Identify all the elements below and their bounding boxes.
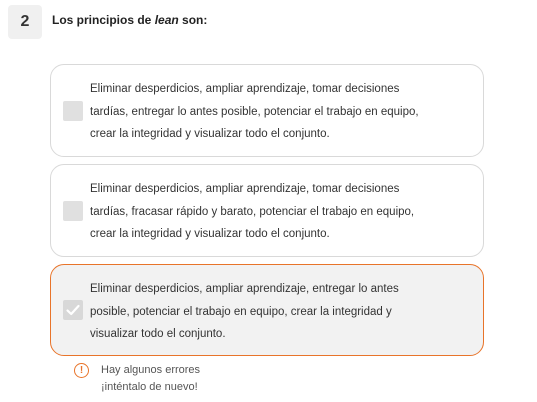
question-header: 2 Los principios de lean son: xyxy=(8,5,207,39)
option-1-checkbox[interactable] xyxy=(63,100,83,121)
question-text-after: son: xyxy=(178,13,208,27)
option-1-label: Eliminar desperdicios, ampliar aprendiza… xyxy=(90,83,419,140)
option-2-label: Eliminar desperdicios, ampliar aprendiza… xyxy=(90,183,415,240)
question-number: 2 xyxy=(8,5,42,39)
option-2-checkbox[interactable] xyxy=(63,200,83,221)
answer-option-1[interactable]: Eliminar desperdicios, ampliar aprendiza… xyxy=(50,64,484,157)
answer-option-3[interactable]: Eliminar desperdicios, ampliar aprendiza… xyxy=(50,264,484,356)
error-message: ! Hay algunos errores ¡inténtalo de nuev… xyxy=(74,362,200,396)
question-text-emphasis: lean xyxy=(154,13,179,27)
error-line-1: Hay algunos errores xyxy=(101,364,201,376)
question-text: Los principios de lean son: xyxy=(52,13,207,27)
question-text-before: Los principios de xyxy=(52,13,155,27)
answer-option-2[interactable]: Eliminar desperdicios, ampliar aprendiza… xyxy=(50,164,484,257)
exclamation-icon: ! xyxy=(74,363,89,378)
check-icon xyxy=(66,304,80,316)
error-line-2: ¡inténtalo de nuevo! xyxy=(101,381,198,393)
error-text: Hay algunos errores ¡inténtalo de nuevo! xyxy=(101,362,200,396)
option-3-label: Eliminar desperdicios, ampliar aprendiza… xyxy=(90,283,399,340)
option-3-checkbox[interactable] xyxy=(63,300,83,320)
